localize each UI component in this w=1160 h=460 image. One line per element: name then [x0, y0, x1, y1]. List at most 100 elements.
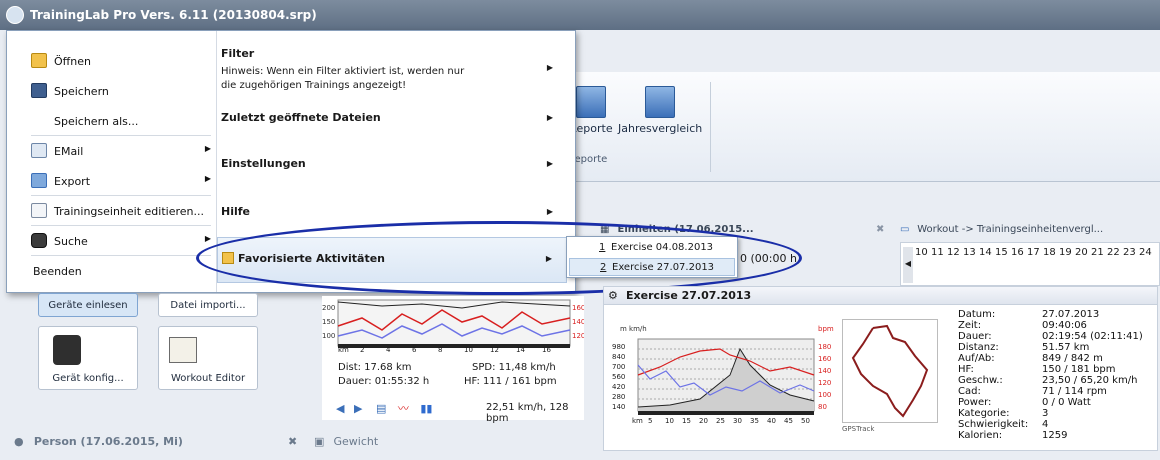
calendar-day[interactable]: 24: [1139, 247, 1152, 258]
chart-line-icon[interactable]: 〰: [398, 402, 409, 415]
detail-value: 1259: [1042, 430, 1068, 441]
detail-label: HF:: [958, 364, 974, 375]
menu-separator: [31, 135, 211, 136]
detail-label: Auf/Ab:: [958, 353, 995, 364]
mini-y-right-label: 120: [572, 332, 584, 340]
calendar-day[interactable]: 15: [995, 247, 1008, 258]
exercise-x-tick: 20: [699, 417, 708, 425]
menu-item-save-as[interactable]: Speichern als...: [7, 107, 217, 135]
person-panel-header[interactable]: ● Person (17.06.2015, Mi) ✖: [14, 435, 314, 453]
weight-panel-header[interactable]: ▣ Gewicht: [314, 435, 574, 453]
calendar-day[interactable]: 19: [1059, 247, 1072, 258]
menu-item-email[interactable]: EMail ▶: [7, 137, 217, 165]
exercise-x-axis: km 5 10 15 20 25 30 35 40 45 50: [630, 417, 840, 427]
exercise-title-bar: ⚙ Exercise 27.07.2013: [604, 287, 1157, 305]
mini-y-right-label: 140: [572, 318, 584, 326]
wrench-icon[interactable]: ✖: [876, 224, 884, 235]
menu-separator: [31, 225, 211, 226]
detail-value: 4: [1042, 419, 1049, 430]
mini-x-tick: 16: [542, 346, 551, 354]
device-icon: [53, 335, 81, 365]
mini-y-left-label: 200: [322, 304, 335, 312]
gps-track-map[interactable]: [842, 319, 938, 423]
calendar-prev-arrow[interactable]: ◀: [903, 247, 913, 283]
calendar-icon: [31, 203, 47, 218]
menu-item-settings[interactable]: Einstellungen ▶: [217, 149, 567, 183]
calendar-day[interactable]: 10: [915, 247, 928, 258]
ribbon-separator: [710, 82, 711, 172]
exercise-left-unit: m km/h: [620, 325, 647, 333]
menu-item-filter[interactable]: Filter Hinweis: Wenn ein Filter aktivier…: [217, 39, 567, 95]
mini-y-left-label: 100: [322, 332, 335, 340]
exercise-x-label: km: [632, 417, 643, 425]
detail-value: 3: [1042, 408, 1049, 419]
table-icon[interactable]: ▤: [376, 402, 386, 415]
exercise-details: Datum: 27.07.2013 Zeit: 09:40:06 Dauer: 02:19…: [958, 309, 1154, 449]
exercise-x-tick: 40: [767, 417, 776, 425]
mini-x-tick: 14: [516, 346, 525, 354]
calendar-strip[interactable]: ◀ 10 11 12 13 14 15 16 17 18 19 20 21 22 23 24: [900, 242, 1160, 286]
scale-icon: ▣: [314, 435, 325, 448]
export-icon: [31, 173, 47, 188]
exercise-y-right-tick: 100: [818, 391, 832, 399]
workout-editor-button[interactable]: Workout Editor: [158, 326, 258, 390]
ribbon-button-jahresvergleich[interactable]: Jahresvergleich: [618, 86, 702, 135]
wrench-icon[interactable]: ✖: [288, 435, 297, 448]
calendar-day[interactable]: 23: [1123, 247, 1136, 258]
folder-open-icon: [31, 53, 47, 68]
year-compare-icon: [645, 86, 675, 118]
submenu-arrow-icon: ▶: [546, 113, 553, 122]
exercise-y-left-tick: 980: [612, 343, 626, 351]
email-icon: [31, 143, 47, 158]
detail-label: Distanz:: [958, 342, 999, 353]
exercise-right-unit: bpm: [818, 325, 834, 333]
submenu-arrow-icon: ▶: [204, 144, 211, 153]
submenu-arrow-icon: ▶: [546, 159, 553, 168]
calendar-day[interactable]: 12: [947, 247, 960, 258]
calendar-day[interactable]: 18: [1043, 247, 1056, 258]
calendar-day[interactable]: 20: [1075, 247, 1088, 258]
ribbon-group-label: Reporte: [568, 154, 608, 165]
detail-label: Dauer:: [958, 331, 992, 342]
menu-item-open[interactable]: Öffnen: [7, 47, 217, 75]
calendar-day[interactable]: 14: [979, 247, 992, 258]
calendar-header: ▭ Workout -> Trainingseinheitenvergl...: [900, 224, 1104, 235]
exercise-graph-svg: [637, 338, 815, 415]
calendar-day[interactable]: 16: [1011, 247, 1024, 258]
detail-value: 02:19:54 (02:11:41): [1042, 331, 1143, 342]
menu-item-recent-files[interactable]: Zuletzt geöffnete Dateien ▶: [217, 103, 567, 137]
calendar-day[interactable]: 22: [1107, 247, 1120, 258]
menu-item-exit[interactable]: Beenden: [7, 257, 217, 285]
submenu-arrow-icon: ▶: [546, 63, 553, 72]
menu-item-edit-training[interactable]: Trainingseinheit editieren...: [7, 197, 217, 225]
devices-read-button[interactable]: Geräte einlesen: [38, 293, 138, 317]
menu-item-save[interactable]: Speichern: [7, 77, 217, 105]
menu-item-search[interactable]: Suche ▶: [7, 227, 217, 255]
file-import-button[interactable]: Datei importi...: [158, 293, 258, 317]
mini-x-tick: 2: [360, 346, 365, 354]
detail-label: Cad:: [958, 386, 981, 397]
prev-icon[interactable]: ◀: [336, 402, 344, 415]
bar-chart-icon[interactable]: ▮▮: [420, 402, 432, 415]
menu-item-export[interactable]: Export ▶: [7, 167, 217, 195]
calendar-day[interactable]: 11: [931, 247, 944, 258]
workout-icon: ▭: [900, 224, 910, 235]
detail-label: Kalorien:: [958, 430, 1003, 441]
calendar-day[interactable]: 17: [1027, 247, 1040, 258]
mini-x-tick: 12: [490, 346, 499, 354]
calendar-day[interactable]: 13: [963, 247, 976, 258]
gps-track-svg: [851, 324, 929, 418]
device-config-button[interactable]: Gerät konfig...: [38, 326, 138, 390]
workout-editor-icon: [169, 337, 197, 363]
mini-dauer: Dauer: 01:55:32 h: [338, 376, 430, 387]
calendar-day[interactable]: 21: [1091, 247, 1104, 258]
binoculars-icon: [31, 233, 47, 248]
menu-separator: [31, 195, 211, 196]
exercise-x-tick: 15: [682, 417, 691, 425]
detail-label: Kategorie:: [958, 408, 1010, 419]
app-logo-icon[interactable]: [6, 6, 24, 24]
exercise-y-left-axis: 980 840 700 560 420 280 140: [610, 335, 640, 415]
detail-value: 71 / 114 rpm: [1042, 386, 1107, 397]
window-title: TrainingLab Pro Vers. 6.11 (20130804.srp…: [30, 8, 317, 22]
next-icon[interactable]: ▶: [354, 402, 362, 415]
